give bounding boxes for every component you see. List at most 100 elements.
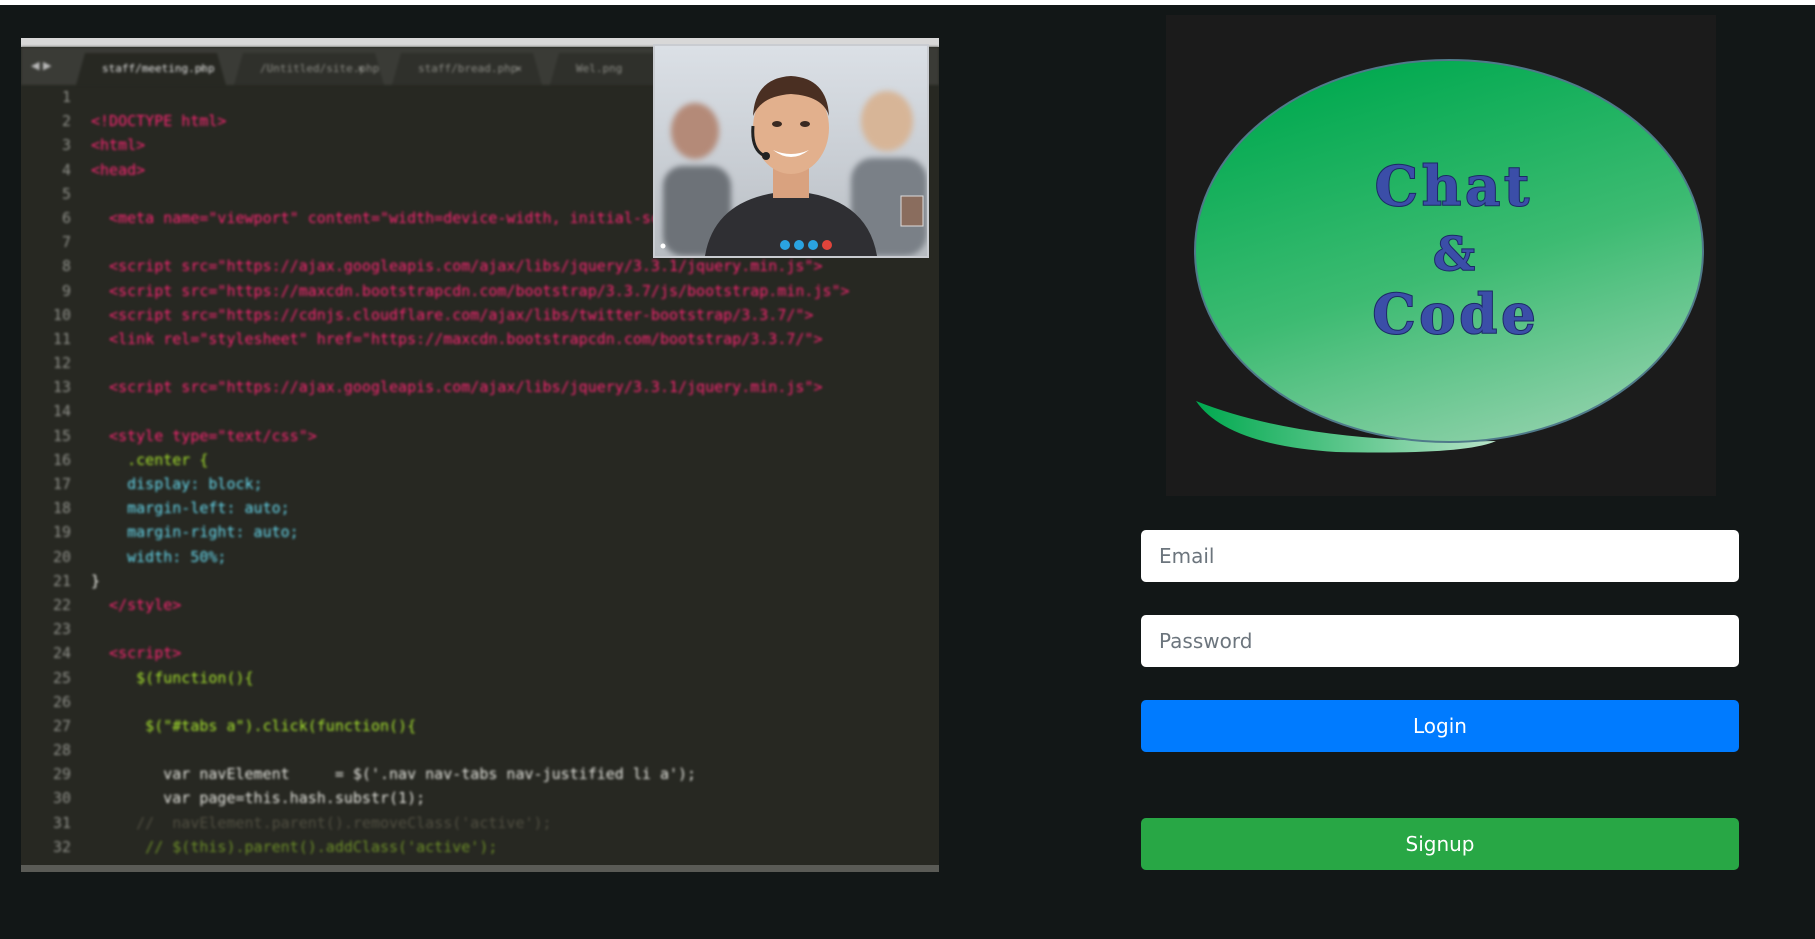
line-number: 7 (61, 233, 71, 252)
editor-tab-label: Wel.png (576, 62, 623, 75)
code-line: 31 // navElement.parent().removeClass('a… (21, 811, 939, 835)
password-input[interactable] (1141, 615, 1739, 667)
code-line: 29 var navElement = $('.nav nav-tabs nav… (21, 762, 939, 786)
top-border (0, 0, 1815, 5)
chat-icon (808, 240, 818, 250)
mic-icon (794, 240, 804, 250)
background-person-right (861, 91, 913, 151)
line-number: 12 (52, 354, 71, 373)
status-dot-icon (660, 243, 666, 249)
code-line: 30 var page=this.hash.substr(1); (21, 786, 939, 810)
code-line: 16 .center { (21, 448, 939, 472)
code-line: 21} (21, 569, 939, 593)
line-number: 24 (52, 644, 71, 663)
logo-text-ampersand: & (1433, 227, 1475, 281)
person-main (705, 76, 877, 256)
email-input[interactable] (1141, 530, 1739, 582)
line-number: 25 (52, 668, 71, 687)
tab-arrows-icon: ◀ ▶ (31, 59, 52, 72)
line-number: 14 (52, 402, 71, 421)
code-line: 11 <link rel="stylesheet" href="https://… (21, 327, 939, 351)
line-number: 31 (52, 813, 71, 832)
background-person-left (671, 103, 719, 159)
code-line: 25 $(function(){ (21, 666, 939, 690)
editor-tab: staff/meeting.php × (76, 53, 226, 85)
line-number: 6 (61, 208, 71, 227)
code-text: <style type="text/css"> (91, 426, 317, 445)
editor-tab-label: staff/bread.php (418, 62, 518, 75)
code-line: 24 <script> (21, 641, 939, 665)
code-line: 13 <script src="https://ajax.googleapis.… (21, 375, 939, 399)
code-text: $("#tabs a").click(function(){ (91, 716, 417, 735)
code-line: 12 (21, 351, 939, 375)
line-number: 17 (52, 475, 71, 493)
line-number: 11 (52, 329, 71, 348)
code-text: <html> (91, 136, 146, 155)
code-text: <script src="https://cdnjs.cloudflare.co… (91, 305, 814, 324)
line-number: 2 (61, 112, 71, 131)
code-text: margin-right: auto; (91, 523, 299, 542)
tab-close-icon: × (357, 62, 364, 75)
line-number: 13 (52, 378, 71, 397)
code-line: 27 $("#tabs a").click(function(){ (21, 714, 939, 738)
signup-button[interactable]: Signup (1141, 818, 1739, 870)
code-text: margin-left: auto; (91, 499, 290, 518)
code-text: <head> (91, 160, 146, 179)
code-line: 28 (21, 738, 939, 762)
self-view-thumbnail (900, 195, 924, 227)
code-text: // $(this).parent().addClass('active'); (91, 837, 498, 856)
code-line: 20 width: 50%; (21, 545, 939, 569)
code-text: .center { (91, 450, 209, 469)
logo-text-code: Code (1372, 282, 1539, 346)
video-call-thumbnail (653, 44, 929, 258)
line-number: 32 (52, 837, 71, 856)
line-number: 26 (52, 692, 71, 711)
line-number: 18 (52, 499, 71, 518)
code-text: <script src="https://ajax.googleapis.com… (91, 378, 823, 397)
editor-tab-label: staff/meeting.php (102, 62, 215, 75)
code-line: 14 (21, 399, 939, 423)
login-button[interactable]: Login (1141, 700, 1739, 752)
line-number: 16 (52, 450, 71, 469)
code-text: <!DOCTYPE html> (91, 112, 227, 131)
code-line: 26 (21, 690, 939, 714)
line-number: 22 (52, 595, 71, 614)
video-icon (780, 240, 790, 250)
line-number: 29 (52, 765, 71, 784)
code-line: 19 margin-right: auto; (21, 520, 939, 544)
code-text: <meta name="viewport" content="width=dev… (91, 208, 724, 227)
editor-tab: staff/bread.php × (392, 53, 542, 85)
code-text: display: block; (91, 475, 263, 493)
tab-close-icon: × (515, 62, 522, 75)
code-text: var page=this.hash.substr(1); (91, 789, 426, 808)
code-line: 9 <script src="https://maxcdn.bootstrapc… (21, 279, 939, 303)
code-text: // navElement.parent().removeClass('acti… (91, 813, 552, 832)
end-call-icon (822, 240, 832, 250)
line-number: 4 (61, 160, 71, 179)
code-text: </style> (91, 595, 182, 614)
code-text: width: 50%; (91, 547, 227, 566)
line-number: 5 (61, 184, 71, 203)
tab-close-icon: × (199, 62, 206, 75)
code-line: 18 margin-left: auto; (21, 496, 939, 520)
line-number: 1 (61, 88, 71, 106)
code-text: <script> (91, 644, 182, 663)
code-line: 17 display: block; (21, 472, 939, 496)
line-number: 19 (52, 523, 71, 542)
code-text: <link rel="stylesheet" href="https://max… (91, 329, 823, 348)
hero-image: ◀ ▶ staff/meeting.php ×/Untitled/site.php… (21, 38, 939, 872)
line-number: 30 (52, 789, 71, 808)
line-number: 3 (61, 136, 71, 155)
code-text: } (91, 571, 101, 590)
line-number: 23 (52, 620, 71, 639)
line-number: 28 (52, 741, 71, 760)
code-line: 15 <style type="text/css"> (21, 424, 939, 448)
code-text: $(function(){ (91, 668, 254, 687)
line-number: 20 (52, 547, 71, 566)
code-text: var navElement = $('.nav nav-tabs nav-ju… (91, 765, 697, 784)
code-line: 23 (21, 617, 939, 641)
line-number: 9 (61, 281, 71, 300)
logo-text-chat: Chat (1375, 154, 1533, 218)
logo: Chat & Code (1166, 15, 1716, 496)
code-text: <script src="https://maxcdn.bootstrapcdn… (91, 281, 850, 300)
